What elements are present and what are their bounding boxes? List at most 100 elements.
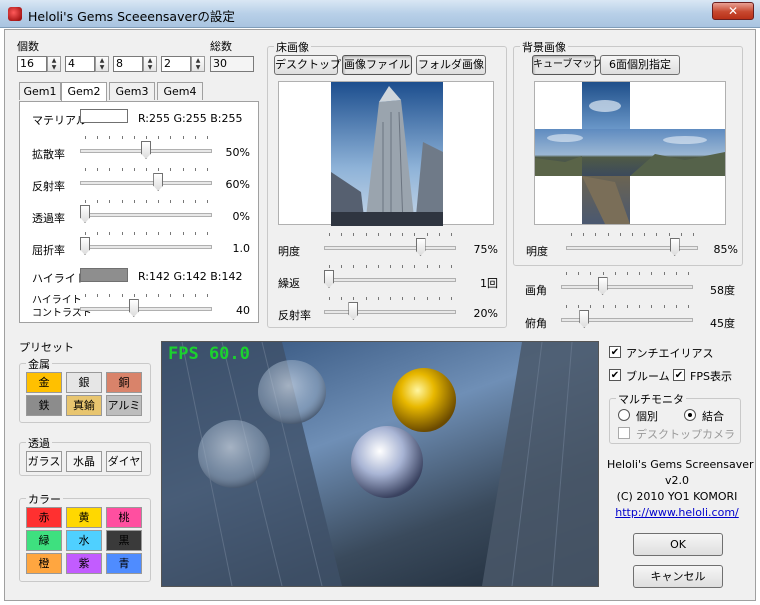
slider-thumb[interactable]: [597, 277, 608, 295]
antialias-checkbox[interactable]: ✔: [609, 346, 621, 358]
preset-color-button[interactable]: 緑: [26, 530, 62, 551]
floor-image-file-button[interactable]: 画像ファイル: [342, 55, 412, 75]
slider-tick: [182, 200, 184, 203]
slider-tick: [619, 233, 621, 236]
preset-clear-button[interactable]: ダイヤ: [106, 451, 142, 472]
slider-tick: [414, 233, 416, 236]
join-radio[interactable]: [684, 409, 696, 421]
slider-tick: [644, 233, 646, 236]
preset-metal-button[interactable]: 金: [26, 372, 62, 393]
title-bar[interactable]: Heloli's Gems Sceeensaverの設定 ✕: [0, 0, 760, 28]
slider-tick: [182, 294, 184, 297]
slider-thumb[interactable]: [579, 310, 590, 328]
slider-tick: [329, 265, 330, 268]
slider-thumb[interactable]: [324, 270, 334, 288]
highlight-contrast-slider[interactable]: [80, 294, 212, 320]
gem2-count-stepper[interactable]: ▲ ▼: [95, 56, 109, 72]
floor-folder-button[interactable]: フォルダ画像: [416, 55, 486, 75]
preset-metal-button[interactable]: アルミ: [106, 395, 142, 416]
desktop-camera-checkbox[interactable]: [618, 427, 630, 439]
slider-tick: [97, 136, 99, 139]
bloom-checkbox[interactable]: ✔: [609, 369, 621, 381]
preset-metal-button[interactable]: 銅: [106, 372, 142, 393]
individual-radio[interactable]: [618, 409, 630, 421]
tab-gem4[interactable]: Gem4: [157, 82, 203, 100]
gem4-count-field[interactable]: 2: [161, 56, 191, 72]
preset-metal-button[interactable]: 真鍮: [66, 395, 102, 416]
slider-tick: [663, 305, 665, 308]
about-url-link[interactable]: http://www.heloli.com/: [607, 506, 747, 519]
preset-metal-button[interactable]: 鉄: [26, 395, 62, 416]
transmit-slider[interactable]: [80, 200, 212, 226]
preset-clear-button[interactable]: 水晶: [66, 451, 102, 472]
tilt-slider[interactable]: [561, 305, 693, 331]
slider-tick: [688, 305, 689, 308]
refract-slider[interactable]: [80, 232, 212, 258]
ok-button[interactable]: OK: [633, 533, 723, 556]
slider-thumb[interactable]: [141, 141, 151, 159]
preset-color-group: カラー 赤黄桃緑水黒橙紫青: [19, 491, 151, 582]
floor-brightness-slider[interactable]: [324, 233, 456, 259]
slider-thumb[interactable]: [415, 238, 426, 256]
metal-group-title: 金属: [26, 356, 52, 372]
slider-tick: [194, 232, 196, 235]
slider-thumb[interactable]: [669, 238, 680, 256]
slider-tick: [566, 272, 567, 275]
tab-gem1[interactable]: Gem1: [19, 82, 61, 100]
bg-six-faces-button[interactable]: 6面個別指定: [600, 55, 680, 75]
slider-tick: [353, 265, 355, 268]
slider-tick: [451, 265, 452, 268]
floor-repeat-slider[interactable]: [324, 265, 456, 291]
slider-tick: [146, 232, 147, 235]
material-color-swatch[interactable]: [80, 109, 128, 123]
slider-tick: [402, 233, 404, 236]
tab-gem3[interactable]: Gem3: [109, 82, 155, 100]
slider-thumb[interactable]: [153, 173, 164, 191]
fov-slider[interactable]: [561, 272, 693, 298]
preset-color-button[interactable]: 赤: [26, 507, 62, 528]
floor-brightness-label: 明度: [278, 245, 300, 258]
preset-metal-button[interactable]: 銀: [66, 372, 102, 393]
floor-desktop-button[interactable]: デスクトップ: [274, 55, 341, 75]
cancel-button[interactable]: キャンセル: [633, 565, 723, 588]
slider-tick: [377, 233, 379, 236]
bg-brightness-slider[interactable]: [566, 233, 698, 259]
slider-tick: [182, 232, 184, 235]
preset-color-button[interactable]: 橙: [26, 553, 62, 574]
slider-tick: [109, 232, 111, 235]
preset-color-button[interactable]: 桃: [106, 507, 142, 528]
slider-thumb[interactable]: [348, 302, 359, 320]
preset-clear-button[interactable]: ガラス: [26, 451, 62, 472]
slider-tick: [109, 136, 111, 139]
slider-track: [80, 213, 212, 217]
highlight-label: ハイライト: [32, 272, 87, 285]
preset-color-button[interactable]: 黒: [106, 530, 142, 551]
floor-brightness-value: 75%: [473, 243, 498, 256]
tab-gem2[interactable]: Gem2: [61, 82, 107, 103]
preset-color-button[interactable]: 青: [106, 553, 142, 574]
slider-tick: [438, 297, 440, 300]
highlight-color-swatch[interactable]: [80, 268, 128, 282]
diffuse-slider[interactable]: [80, 136, 212, 162]
gem3-count-stepper[interactable]: ▲ ▼: [143, 56, 157, 72]
gem2-count-field[interactable]: 4: [65, 56, 95, 72]
slider-tick: [158, 200, 160, 203]
gem4-count-stepper[interactable]: ▲ ▼: [191, 56, 205, 72]
floor-reflect-slider[interactable]: [324, 297, 456, 323]
slider-thumb[interactable]: [80, 205, 90, 223]
close-button[interactable]: ✕: [712, 2, 754, 20]
gem1-count-stepper[interactable]: ▲ ▼: [47, 56, 61, 72]
fps-display-checkbox[interactable]: ✔: [673, 369, 685, 381]
preset-color-button[interactable]: 黄: [66, 507, 102, 528]
slider-tick: [451, 297, 452, 300]
reflect-slider[interactable]: [80, 168, 212, 194]
slider-thumb[interactable]: [128, 299, 139, 317]
material-label: マテリアル: [32, 114, 87, 127]
gem3-count-field[interactable]: 8: [113, 56, 143, 72]
slider-thumb[interactable]: [80, 237, 90, 255]
preset-color-button[interactable]: 紫: [66, 553, 102, 574]
bg-cubemap-button[interactable]: キューブマップ: [532, 55, 602, 75]
gem1-count-field[interactable]: 16: [17, 56, 47, 72]
preset-color-button[interactable]: 水: [66, 530, 102, 551]
slider-tick: [675, 272, 677, 275]
